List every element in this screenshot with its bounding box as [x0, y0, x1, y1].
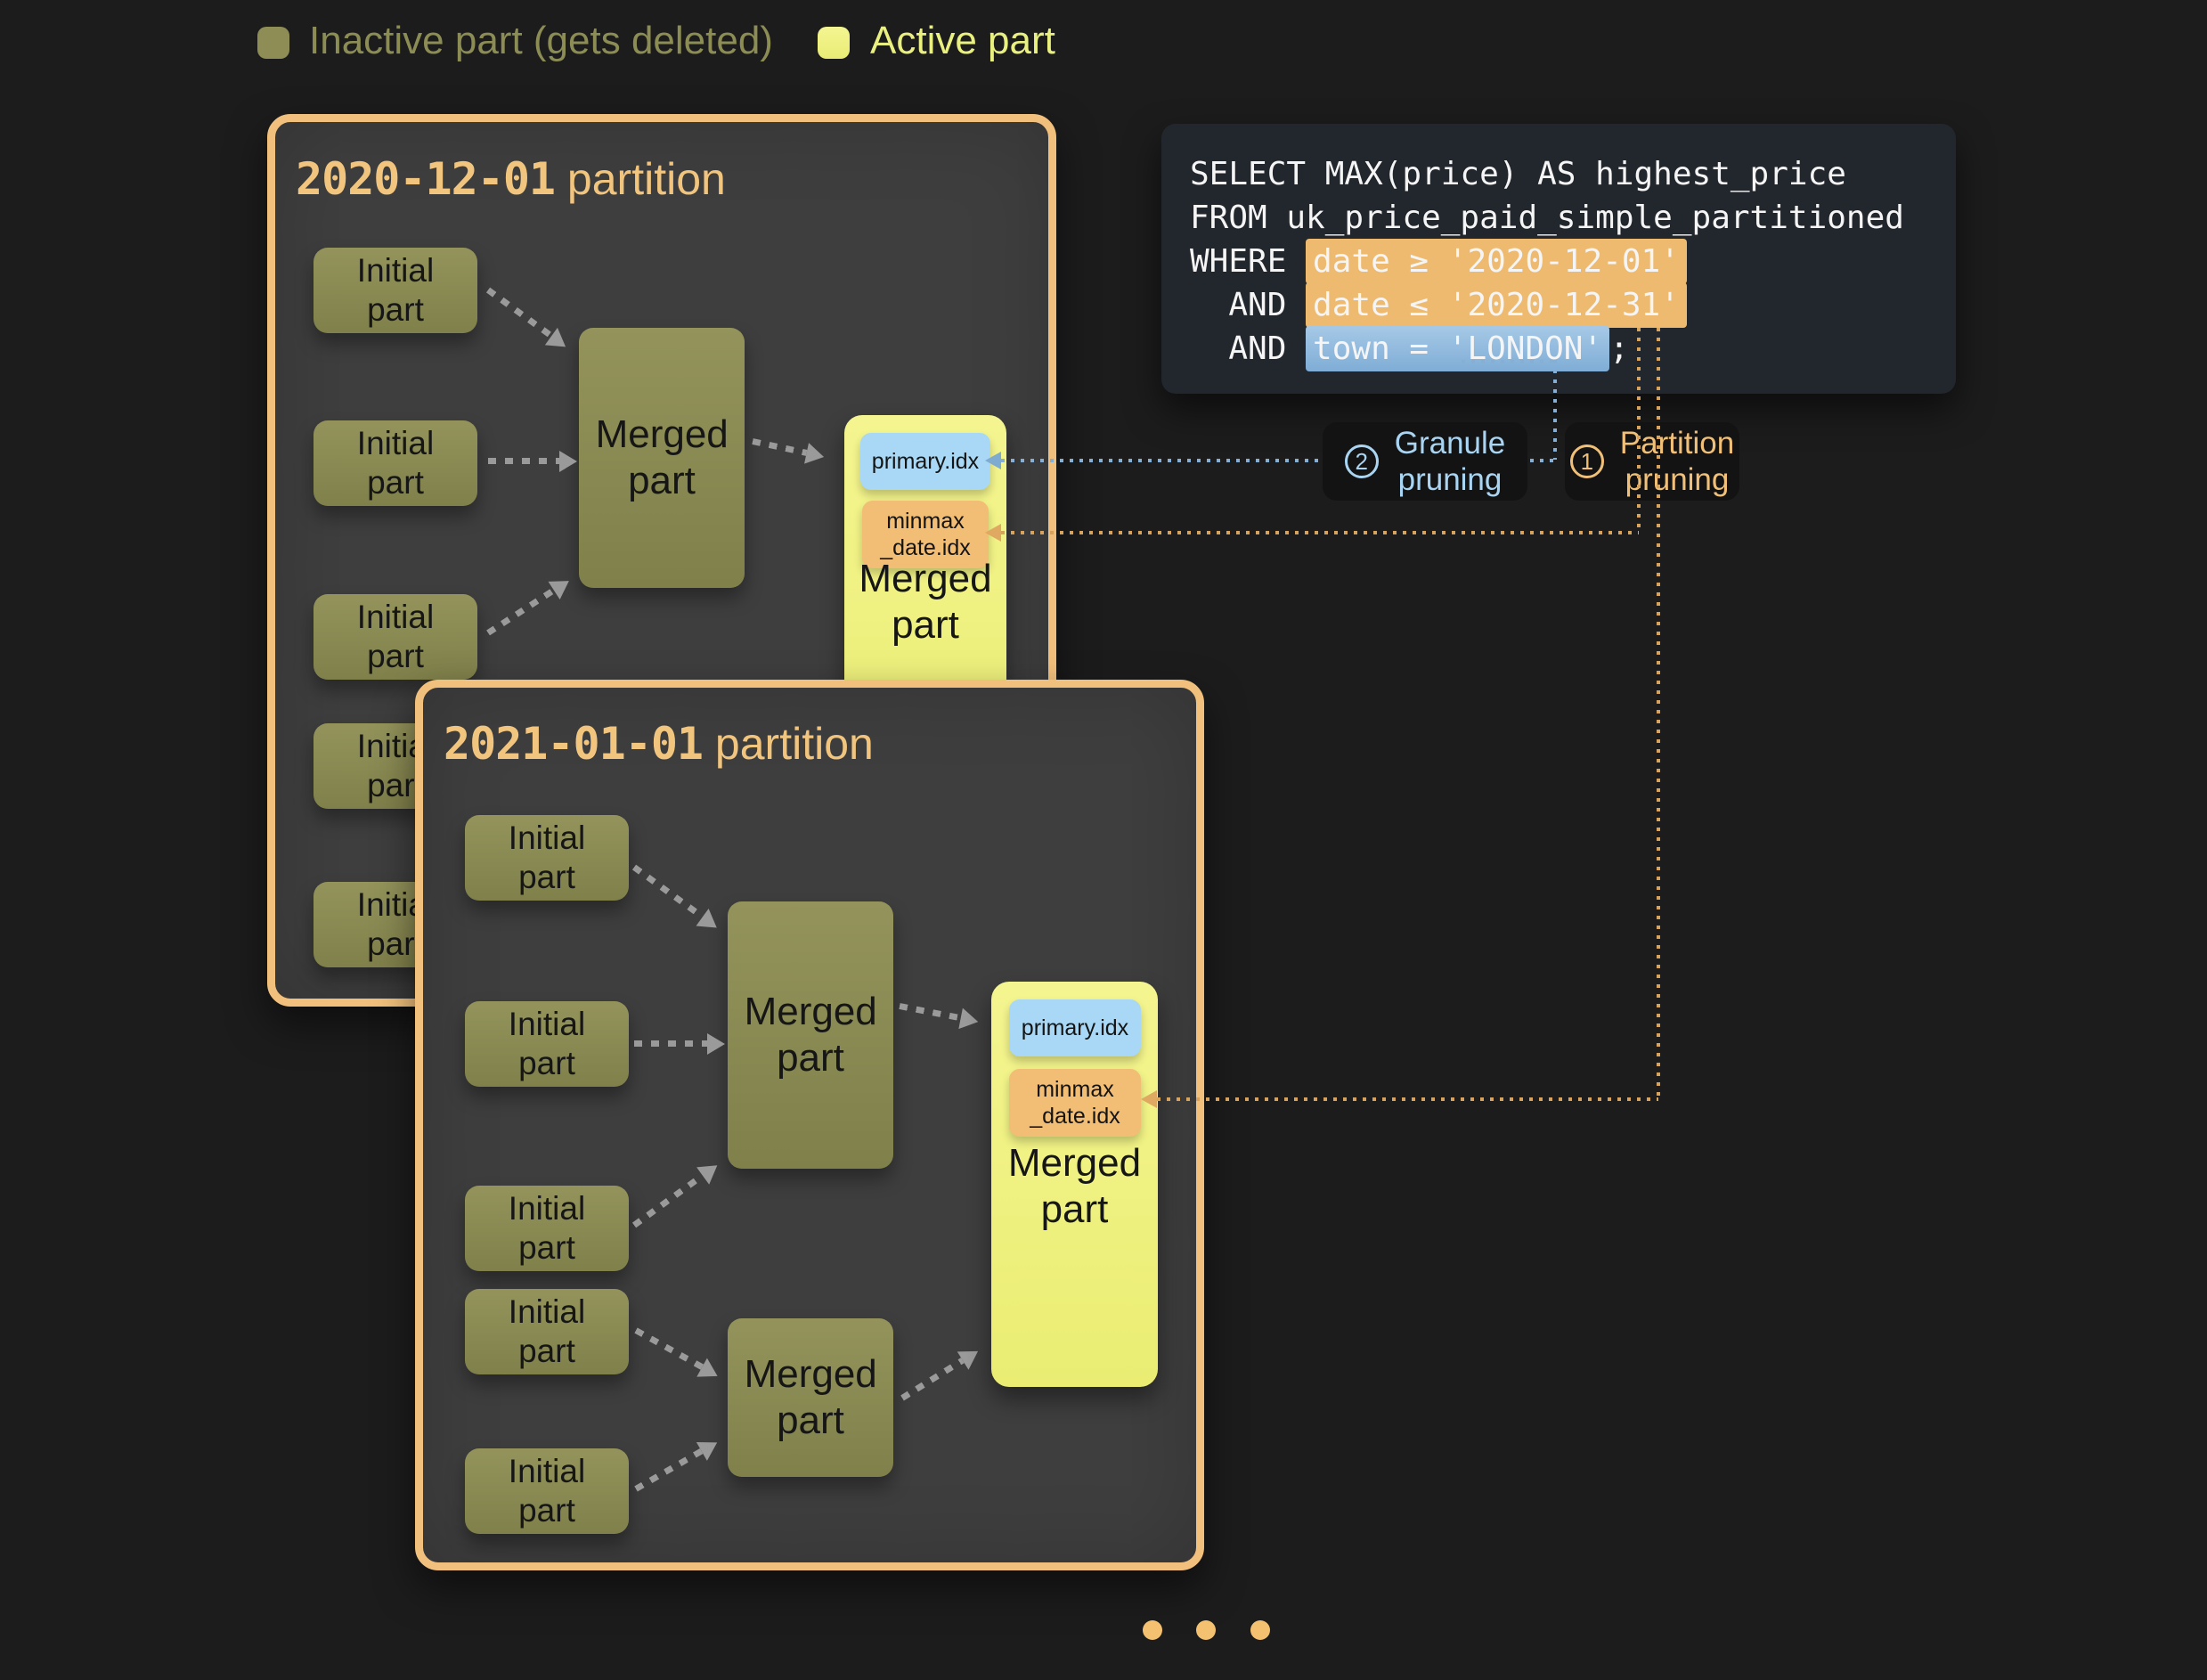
part-label: Merged part [745, 989, 877, 1081]
p2-minmax-date-idx-chip: minmax_date.idx [1009, 1069, 1141, 1137]
merge-arrow [488, 458, 559, 464]
partition-2021-01-01-title: 2021-01-01 partition [444, 718, 874, 770]
p1-primary-idx-chip: primary.idx [860, 433, 990, 490]
pagination-dot-3[interactable] [1250, 1620, 1270, 1640]
part-label: Initial part [481, 819, 612, 897]
date-lower-bound-highlight: date ≥ '2020-12-01' [1306, 239, 1687, 284]
partition-pruning-line-b-vertical [1657, 328, 1660, 1099]
p2-initial-part-5: Initial part [465, 1448, 629, 1534]
pagination-dot-1[interactable] [1143, 1620, 1162, 1640]
p1-initial-part-1: Initial part [314, 248, 477, 333]
chip-label: primary.idx [872, 448, 979, 475]
part-label: Merged part [991, 1140, 1158, 1233]
legend-active-label: Active part [870, 20, 1055, 62]
p2-initial-part-2: Initial part [465, 1001, 629, 1087]
arrowhead-to-p1-minmax-idx-icon [985, 524, 1001, 542]
arrowhead-to-p1-primary-idx-icon [985, 452, 1001, 469]
partition-2020-12-01-title: 2020-12-01 partition [296, 153, 726, 205]
partition-2-word: partition [703, 719, 874, 769]
p2-initial-part-4: Initial part [465, 1289, 629, 1374]
callout-text: Granule [1395, 425, 1506, 461]
part-label: Initial part [330, 598, 460, 676]
sql-line-3: WHERE date ≥ '2020-12-01' [1190, 240, 1927, 283]
callout-text: pruning [1625, 461, 1730, 498]
chip-label: primary.idx [1022, 1015, 1128, 1041]
p2-merged-part-inactive-top: Merged part [728, 901, 893, 1169]
part-label: Merged part [844, 556, 1006, 648]
granule-pruning-line-vertical [1553, 360, 1557, 460]
p1-initial-part-2: Initial part [314, 420, 477, 506]
p2-merged-part-inactive-bottom: Merged part [728, 1318, 893, 1477]
part-label: Initial part [481, 1293, 612, 1371]
part-label: Initial part [330, 424, 460, 502]
sql-text: SELECT MAX(price) AS highest_price [1190, 156, 1846, 192]
partition-pruning-line-a-horizontal [1001, 531, 1639, 534]
chip-label: minmax [1036, 1076, 1114, 1103]
granule-pruning-label: Granulepruning [1395, 425, 1506, 498]
sql-text: ; [1609, 330, 1629, 367]
town-filter-underline-line [1462, 360, 1555, 363]
sql-line-2: FROM uk_price_paid_simple_partitioned [1190, 196, 1927, 240]
inactive-part-swatch-icon [257, 27, 289, 59]
part-label: Initial part [481, 1189, 612, 1268]
sql-text: AND [1190, 287, 1306, 323]
sql-line-1: SELECT MAX(price) AS highest_price [1190, 152, 1927, 196]
part-label: Initial part [330, 251, 460, 330]
sql-text: AND [1190, 330, 1306, 367]
date-upper-bound-highlight: date ≤ '2020-12-31' [1306, 282, 1687, 328]
active-part-swatch-icon [818, 27, 850, 59]
granule-pruning-callout: 2 Granulepruning [1323, 422, 1527, 501]
partition-1-date: 2020-12-01 [296, 153, 555, 205]
partition-pruning-callout: 1 Partitionpruning [1565, 422, 1739, 501]
part-label: Merged part [745, 1351, 877, 1444]
partition-pruning-line-b-horizontal [1157, 1097, 1658, 1101]
p1-merged-part-inactive: Merged part [579, 328, 745, 588]
chip-label: minmax [886, 508, 965, 534]
step-2-circle-icon: 2 [1345, 444, 1379, 478]
part-label: Initial part [481, 1005, 612, 1083]
sql-line-5: AND town = 'LONDON'; [1190, 327, 1927, 371]
town-filter-highlight: town = 'LONDON' [1306, 326, 1609, 371]
p2-initial-part-3: Initial part [465, 1186, 629, 1271]
legend-inactive-label: Inactive part (gets deleted) [309, 20, 773, 62]
callout-text: pruning [1398, 461, 1503, 498]
partition-pruning-line-a-vertical [1637, 328, 1641, 534]
merge-arrow [634, 1040, 707, 1047]
p2-initial-part-1: Initial part [465, 815, 629, 901]
sql-query-block: SELECT MAX(price) AS highest_price FROM … [1161, 124, 1956, 394]
p2-primary-idx-chip: primary.idx [1009, 999, 1141, 1056]
part-label: Merged part [596, 412, 729, 504]
p2-merged-part-active: primary.idx minmax_date.idx Merged part [991, 982, 1158, 1387]
p1-initial-part-3: Initial part [314, 594, 477, 680]
chip-label: _date.idx [1030, 1103, 1120, 1130]
sql-text: FROM uk_price_paid_simple_partitioned [1190, 200, 1904, 236]
sql-text: WHERE [1190, 243, 1306, 280]
clickhouse-partition-pruning-diagram: Inactive part (gets deleted) Active part… [0, 0, 2207, 1680]
sql-line-4: AND date ≤ '2020-12-31' [1190, 283, 1927, 327]
arrowhead-to-p2-minmax-idx-icon [1141, 1090, 1157, 1108]
step-1-circle-icon: 1 [1570, 444, 1604, 478]
partition-2-date: 2021-01-01 [444, 718, 703, 770]
pagination-dot-2[interactable] [1196, 1620, 1216, 1640]
partition-1-word: partition [555, 154, 726, 204]
part-label: Initial part [481, 1452, 612, 1530]
